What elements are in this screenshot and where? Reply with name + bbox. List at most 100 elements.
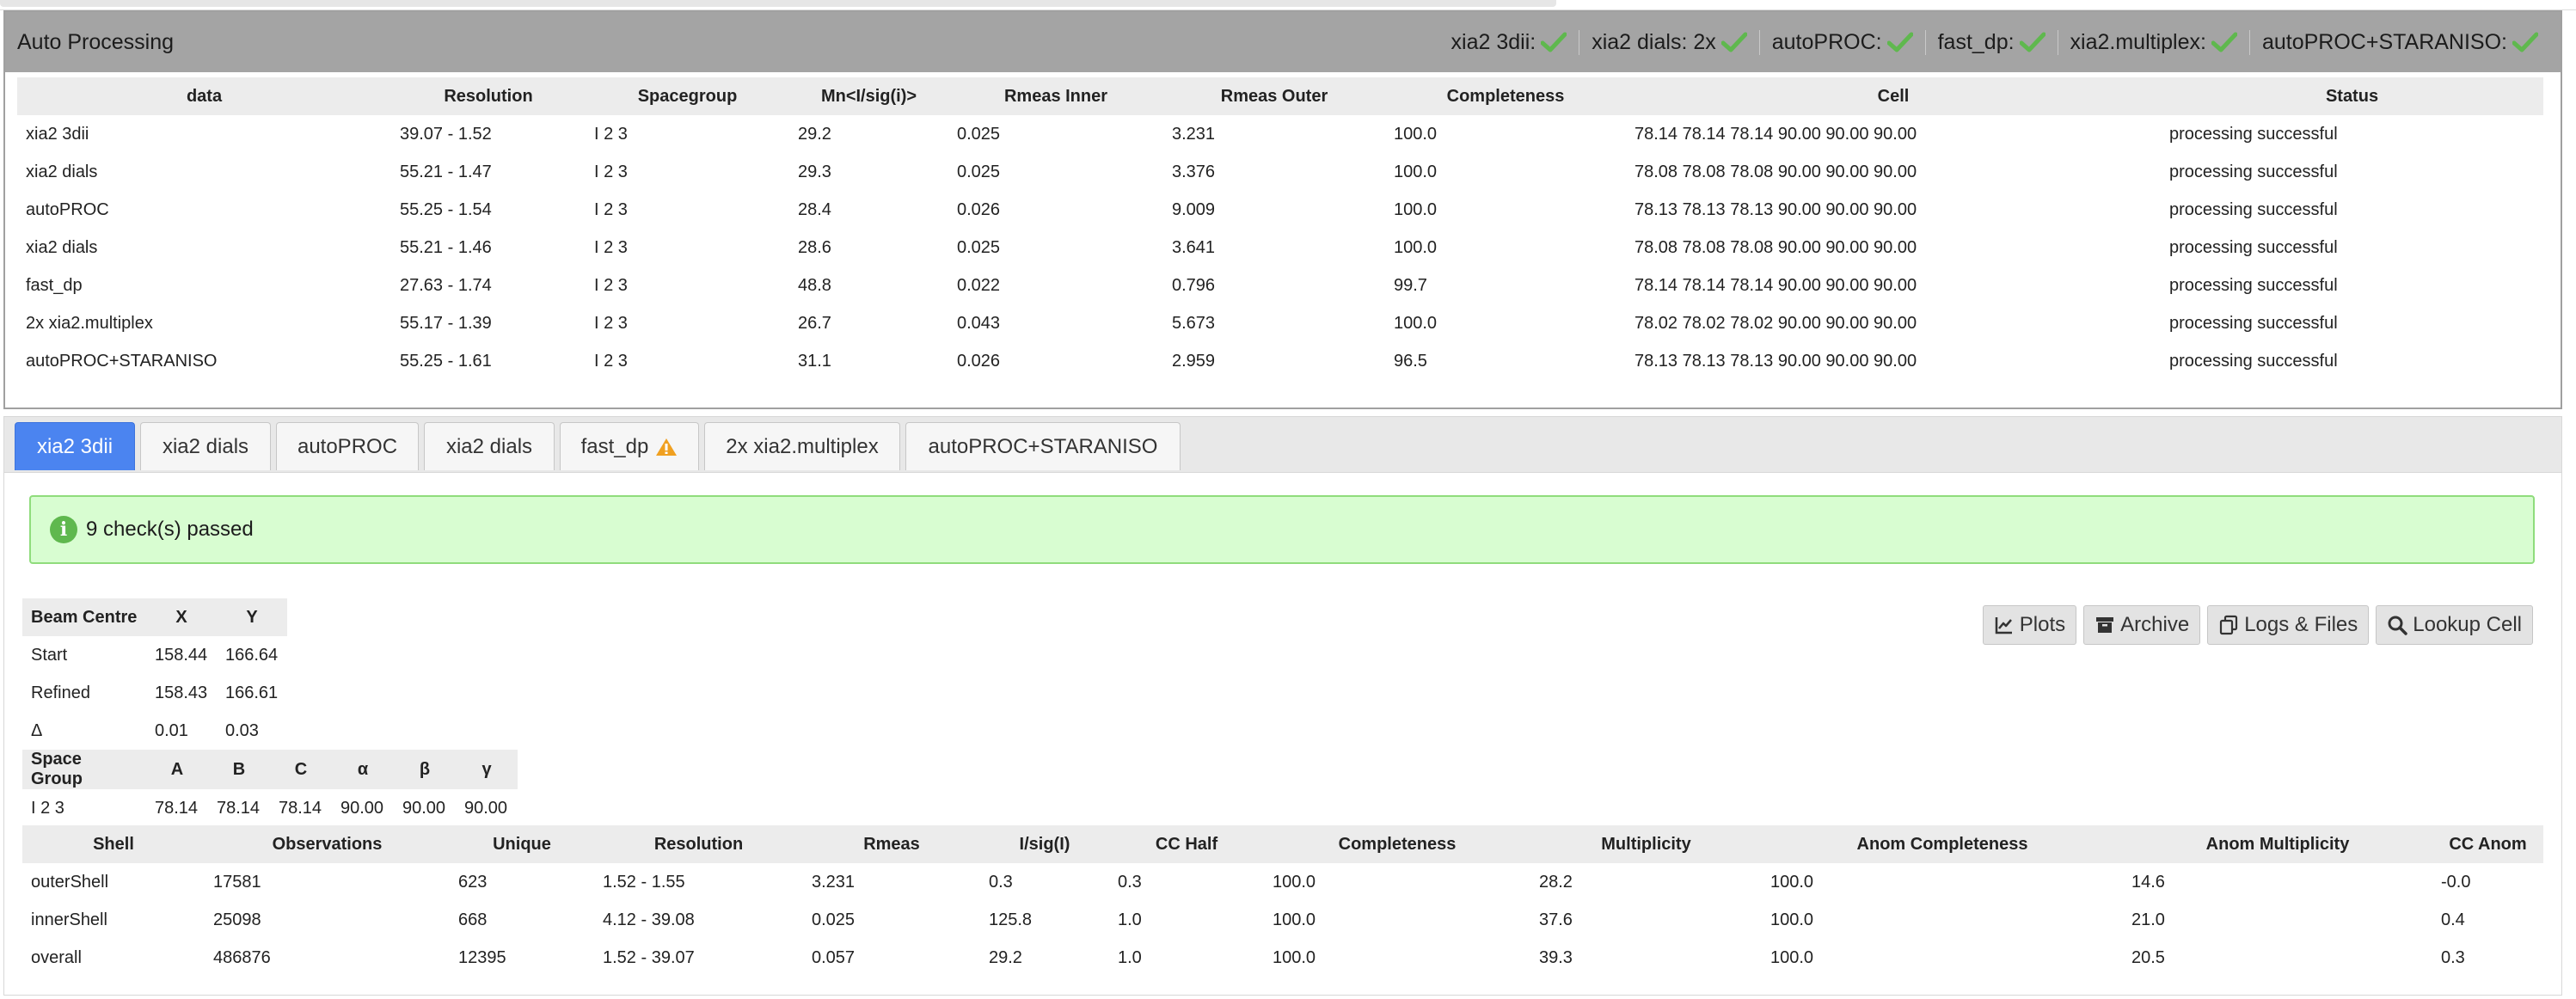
cell-value: 0.03 <box>225 720 259 740</box>
cell-value: 0.025 <box>957 162 1001 181</box>
check-icon <box>1886 32 1913 52</box>
horizontal-scrollbar[interactable] <box>0 0 1556 7</box>
cell-value: 3.231 <box>1172 124 1216 144</box>
cell-value: 0.025 <box>957 237 1001 257</box>
button-label: Plots <box>2019 613 2066 636</box>
cell-value: 3.231 <box>812 872 856 892</box>
summary-row: 2x xia2.multiplex 55.17 - 1.39 I 2 3 26.7 0.… <box>17 304 2543 342</box>
summary-table: data Resolution Spacegroup Mn<I/sig(i)> … <box>17 77 2543 380</box>
cell-value: 78.14 78.14 78.14 90.00 90.00 90.00 <box>1635 275 1917 295</box>
cell-value: 20.5 <box>2131 947 2165 967</box>
cell-value: 39.07 - 1.52 <box>400 124 492 144</box>
col-header[interactable]: Mn<I/sig(i)> <box>789 77 948 115</box>
cell-value: 1.52 - 1.55 <box>603 872 685 892</box>
tab-2x-xia2-multiplex[interactable]: 2x xia2.multiplex <box>704 422 900 470</box>
cell-value: 9.009 <box>1172 199 1216 219</box>
cell-value: 100.0 <box>1273 947 1316 967</box>
button-label: Archive <box>2120 613 2190 636</box>
col-header[interactable]: Rmeas Inner <box>948 77 1163 115</box>
cell-value: processing successful <box>2169 199 2338 219</box>
cell-value: 55.21 - 1.47 <box>400 162 492 181</box>
cell-value: 100.0 <box>1394 237 1438 257</box>
col-header: CC Half <box>1109 825 1264 863</box>
line-chart-icon <box>1995 617 2012 634</box>
cell-value: 100.0 <box>1394 162 1438 181</box>
cell-value: 4.12 - 39.08 <box>603 910 695 929</box>
tab-label: autoPROC <box>297 434 398 458</box>
tab-label: fast_dp <box>580 434 649 458</box>
tab-xia2-dials-2[interactable]: xia2 dials <box>424 422 555 470</box>
panel-header: Auto Processing xia2 3dii: xia2 dials: 2… <box>5 12 2561 72</box>
cell-value: processing successful <box>2169 351 2338 371</box>
cell-value: 55.25 - 1.61 <box>400 351 492 371</box>
status-label: autoPROC: <box>1771 29 1882 54</box>
col-header: Resolution <box>594 825 803 863</box>
summary-header-row: data Resolution Spacegroup Mn<I/sig(i)> … <box>17 77 2543 115</box>
cell-value: 12395 <box>458 947 506 967</box>
cell-value: fast_dp <box>26 275 83 295</box>
check-icon <box>2019 32 2045 52</box>
cell-value: 125.8 <box>989 910 1033 929</box>
space-group-row: I 2 3 78.14 78.14 78.14 90.00 90.00 90.0… <box>22 789 518 827</box>
status-xia2-dials: xia2 dials: 2x <box>1579 29 1759 55</box>
cell-value: 90.00 <box>402 798 446 818</box>
cell-value: processing successful <box>2169 162 2338 181</box>
plots-button[interactable]: Plots <box>1982 605 2077 645</box>
col-header: Unique <box>450 825 594 863</box>
col-header: Space Group <box>22 750 146 789</box>
check-icon <box>2512 32 2538 52</box>
cell-value: outerShell <box>31 872 109 892</box>
alert-text: 9 check(s) passed <box>86 518 254 541</box>
col-header: α <box>332 750 394 789</box>
tab-label: xia2 dials <box>162 434 249 458</box>
cell-value: 96.5 <box>1394 351 1427 371</box>
summary-row: xia2 dials 55.21 - 1.46 I 2 3 28.6 0.025 3.64… <box>17 229 2543 267</box>
cell-value: 0.3 <box>1118 872 1142 892</box>
status-autoproc-staraniso: autoPROC+STARANISO: <box>2248 29 2550 55</box>
archive-button[interactable]: Archive <box>2083 605 2201 645</box>
logs-files-button[interactable]: Logs & Files <box>2207 605 2370 645</box>
cell-value: 0.3 <box>2441 947 2465 967</box>
button-label: Lookup Cell <box>2413 613 2522 636</box>
col-header[interactable]: Cell <box>1626 77 2161 115</box>
cell-value: I 2 3 <box>31 798 64 818</box>
tab-autoproc-staraniso[interactable]: autoPROC+STARANISO <box>905 422 1181 470</box>
col-header[interactable]: Spacegroup <box>586 77 789 115</box>
cell-value: Refined <box>31 683 90 702</box>
beam-centre-table: Beam Centre X Y Start 158.44 166.64 Refined… <box>22 598 287 750</box>
col-header[interactable]: Status <box>2161 77 2543 115</box>
col-header: C <box>270 750 332 789</box>
tab-autoproc[interactable]: autoPROC <box>276 422 419 470</box>
cell-value: processing successful <box>2169 237 2338 257</box>
cell-value: 100.0 <box>1394 124 1438 144</box>
col-header[interactable]: Rmeas Outer <box>1163 77 1385 115</box>
col-header: Multiplicity <box>1530 825 1762 863</box>
col-header[interactable]: data <box>17 77 391 115</box>
archive-icon <box>2096 617 2114 633</box>
cell-value: 1.52 - 39.07 <box>603 947 695 967</box>
cell-value: 78.08 78.08 78.08 90.00 90.00 90.00 <box>1635 237 1917 257</box>
tab-fast-dp[interactable]: fast_dp <box>560 422 699 470</box>
cell-value: 486876 <box>213 947 271 967</box>
cell-value: 166.64 <box>225 645 279 665</box>
cell-value: Δ <box>31 720 43 740</box>
col-header[interactable]: Completeness <box>1385 77 1626 115</box>
tab-xia2-dials[interactable]: xia2 dials <box>140 422 271 470</box>
col-header: Anom Multiplicity <box>2123 825 2432 863</box>
space-group-table: Space Group A B C α β γ I 2 3 78.14 78.1… <box>22 750 518 827</box>
cell-value: 100.0 <box>1770 910 1814 929</box>
col-header: Shell <box>22 825 205 863</box>
cell-value: 78.14 <box>217 798 261 818</box>
col-header[interactable]: Resolution <box>391 77 586 115</box>
tab-label: autoPROC+STARANISO <box>928 434 1158 458</box>
cell-value: 90.00 <box>340 798 384 818</box>
tab-xia2-3dii[interactable]: xia2 3dii <box>15 422 135 470</box>
shell-header-row: Shell Observations Unique Resolution Rme… <box>22 825 2543 863</box>
col-header: Rmeas <box>803 825 980 863</box>
lookup-cell-button[interactable]: Lookup Cell <box>2376 605 2533 645</box>
checks-alert: i 9 check(s) passed <box>29 495 2535 564</box>
copy-files-icon <box>2220 615 2238 635</box>
cell-value: I 2 3 <box>594 275 628 295</box>
cell-value: 14.6 <box>2131 872 2165 892</box>
cell-value: 100.0 <box>1394 313 1438 333</box>
